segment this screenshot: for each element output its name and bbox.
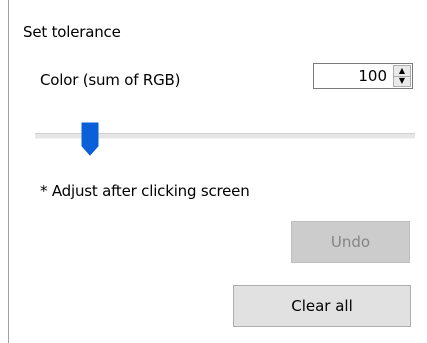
undo-button[interactable]: Undo: [291, 221, 410, 263]
adjust-note: * Adjust after clicking screen: [40, 182, 250, 200]
panel-divider: [8, 0, 9, 343]
tolerance-panel: Set tolerance Color (sum of RGB) 100 ▲ ▼…: [0, 0, 427, 343]
color-tolerance-label: Color (sum of RGB): [40, 71, 181, 89]
spin-up-button[interactable]: ▲: [393, 65, 411, 77]
up-arrow-icon: ▲: [398, 65, 406, 75]
spin-down-button[interactable]: ▼: [393, 76, 411, 87]
tolerance-value[interactable]: 100: [358, 67, 387, 85]
tolerance-spinbox[interactable]: 100 ▲ ▼: [313, 63, 413, 89]
clear-all-button[interactable]: Clear all: [233, 285, 411, 327]
spin-buttons: ▲ ▼: [393, 65, 411, 87]
slider-thumb-icon[interactable]: [81, 122, 99, 156]
group-title: Set tolerance: [23, 23, 121, 41]
down-arrow-icon: ▼: [398, 76, 406, 86]
